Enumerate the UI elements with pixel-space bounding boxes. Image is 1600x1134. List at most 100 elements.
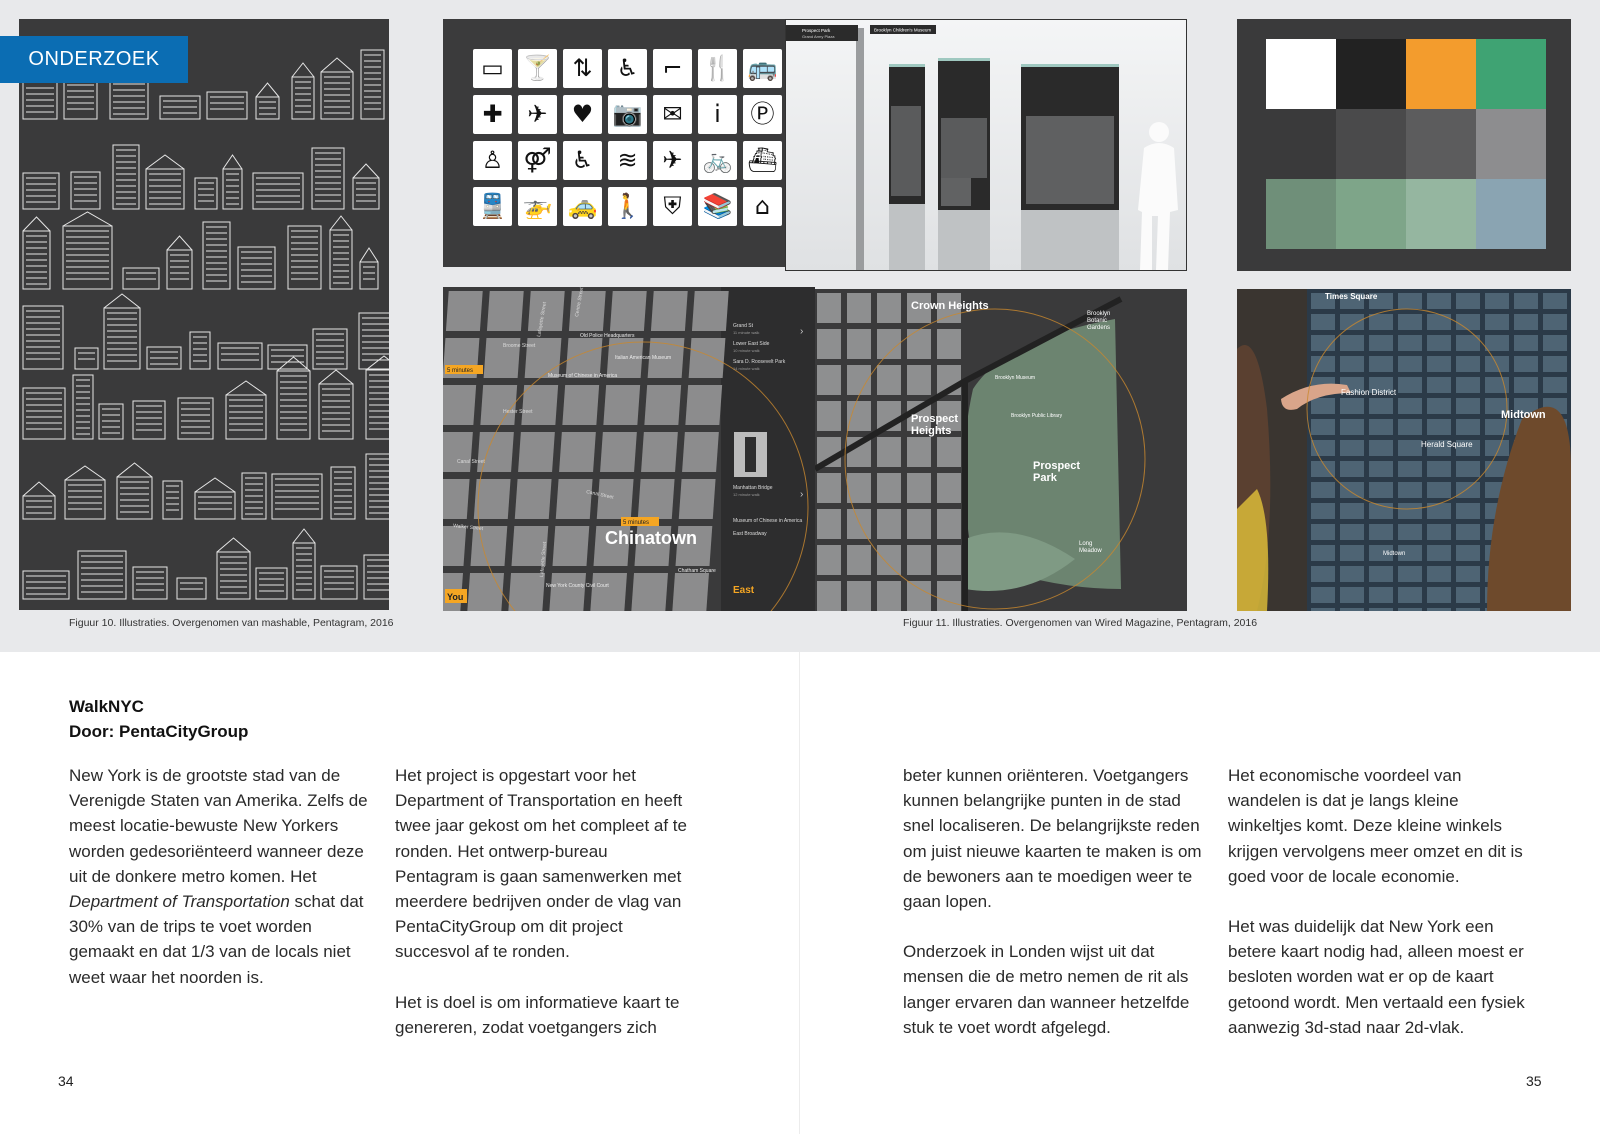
- map-block: [508, 573, 546, 611]
- map-block: [637, 479, 675, 519]
- taxi-icon: 🚕: [563, 187, 602, 226]
- map-block: [1427, 335, 1451, 351]
- map-block: [907, 329, 931, 359]
- restaurant-icon: 🍴: [698, 49, 737, 88]
- map-block: [1398, 482, 1422, 498]
- map-block: [603, 385, 641, 425]
- map-block: [1427, 419, 1451, 435]
- map-block: [1485, 335, 1509, 351]
- first-aid-icon: ✚: [473, 95, 512, 134]
- map-block: [1456, 482, 1480, 498]
- map-block: [1398, 566, 1422, 582]
- map-block: [877, 293, 901, 323]
- street-label: Hester Street: [503, 409, 533, 415]
- map-block: [1369, 482, 1393, 498]
- map-block: [817, 473, 841, 503]
- map-block: [555, 479, 593, 519]
- map-block: [1398, 398, 1422, 414]
- map-block: [1398, 335, 1422, 351]
- magazine-spread: ONDERZOEK ▭ 🍸 ⇅ ♿ ⌐ 🍴 🚌 ✚ ✈ ♥ 📷 ✉ i Ⓟ ♙ ⚤ ♿ ≋ ✈ 🚲 ⛴ 🚆 🚁 🚕 🚶 ⛨ 📚 ⌂ P…: [0, 0, 1600, 1134]
- map-block: [1514, 377, 1538, 393]
- figure-11-caption: Figuur 11. Illustraties. Overgenomen van…: [903, 617, 1258, 629]
- building-drawing: [358, 312, 389, 370]
- color-swatch: [1476, 179, 1546, 249]
- map-block: [1398, 503, 1422, 519]
- wheelchair-ramp-icon: ♿: [608, 49, 647, 88]
- map-block: [650, 291, 688, 331]
- paragraph: Het project is opgestart voor het Depart…: [395, 766, 687, 962]
- figure-10-caption: Figuur 10. Illustraties. Overgenomen van…: [69, 617, 394, 629]
- building-drawing: [365, 355, 389, 440]
- svg-text:10 minute walk: 10 minute walk: [733, 348, 760, 353]
- building-drawing: [62, 211, 113, 290]
- map-block: [847, 581, 871, 611]
- map-block: [1427, 524, 1451, 540]
- map-block: [1340, 566, 1364, 582]
- map-block: [907, 365, 931, 395]
- prospect-heights-label-1: Prospect: [911, 413, 958, 425]
- building-drawing: [237, 246, 276, 290]
- color-swatch: [1406, 179, 1476, 249]
- svg-text:Manhattan Bridge: Manhattan Bridge: [733, 485, 773, 491]
- building-drawing: [166, 235, 193, 290]
- map-block: [1340, 524, 1364, 540]
- building-drawing: [291, 62, 315, 120]
- building-drawing: [70, 171, 101, 210]
- building-drawing: [320, 57, 354, 120]
- color-swatch: [1266, 39, 1336, 109]
- paragraph: Het economische voordeel van wandelen is…: [1228, 766, 1523, 886]
- map-block: [445, 291, 483, 331]
- building-drawing: [194, 477, 236, 520]
- building-drawing: [318, 369, 354, 440]
- chinatown-label: Chinatown: [605, 528, 697, 548]
- map-block: [877, 509, 901, 539]
- building-drawing: [112, 144, 140, 210]
- color-swatch: [1336, 179, 1406, 249]
- svg-text:14 minute walk: 14 minute walk: [733, 366, 760, 371]
- map-block: [1427, 482, 1451, 498]
- helicopter-icon: 🚁: [518, 187, 557, 226]
- building-drawing: [109, 78, 149, 120]
- street-label: Canal Street: [457, 459, 485, 465]
- map-block: [1311, 503, 1335, 519]
- building-drawing: [194, 177, 218, 210]
- map-block: [1398, 440, 1422, 456]
- signage-mockup-image: Prospect Park Grand Army Plaza Brooklyn …: [786, 20, 1186, 270]
- map-block: [1398, 419, 1422, 435]
- map-block: [631, 573, 669, 611]
- building-drawing: [162, 480, 183, 520]
- botanic-gardens-label-2: Botanic: [1087, 318, 1107, 324]
- map-block: [1340, 335, 1364, 351]
- map-block: [596, 479, 634, 519]
- botanic-gardens-label-3: Gardens: [1087, 325, 1110, 331]
- map-block: [1427, 398, 1451, 414]
- map-block: [1340, 356, 1364, 372]
- prospect-park-label-1: Prospect: [1033, 460, 1080, 472]
- text-column-1: New York is de grootste stad van de Vere…: [69, 763, 369, 1015]
- map-block: [1427, 566, 1451, 582]
- map-block: [1456, 377, 1480, 393]
- page-fold: [799, 652, 800, 1134]
- color-swatch: [1476, 39, 1546, 109]
- information-icon: i: [698, 95, 737, 134]
- building-drawing: [217, 342, 263, 370]
- building-drawing: [22, 216, 51, 290]
- building-drawing: [122, 267, 160, 290]
- map-block: [847, 545, 871, 575]
- ticket-icon: ▭: [473, 49, 512, 88]
- map-block: [877, 473, 901, 503]
- midtown-small-label: Midtown: [1383, 551, 1405, 557]
- map-block: [907, 509, 931, 539]
- building-drawing: [72, 374, 94, 440]
- sign-totem-2: [938, 58, 990, 270]
- paragraph: Het is doel is om informatieve kaart te …: [395, 992, 680, 1037]
- police-shield-icon: ⛨: [653, 187, 692, 226]
- svg-text:Museum of Chinese in America: Museum of Chinese in America: [733, 518, 802, 524]
- map-block: [480, 385, 518, 425]
- map-block: [1340, 503, 1364, 519]
- map-block: [1398, 377, 1422, 393]
- map-block: [1369, 524, 1393, 540]
- map-block: [847, 401, 871, 431]
- wifi-icon: ≋: [608, 141, 647, 180]
- map-block: [817, 329, 841, 359]
